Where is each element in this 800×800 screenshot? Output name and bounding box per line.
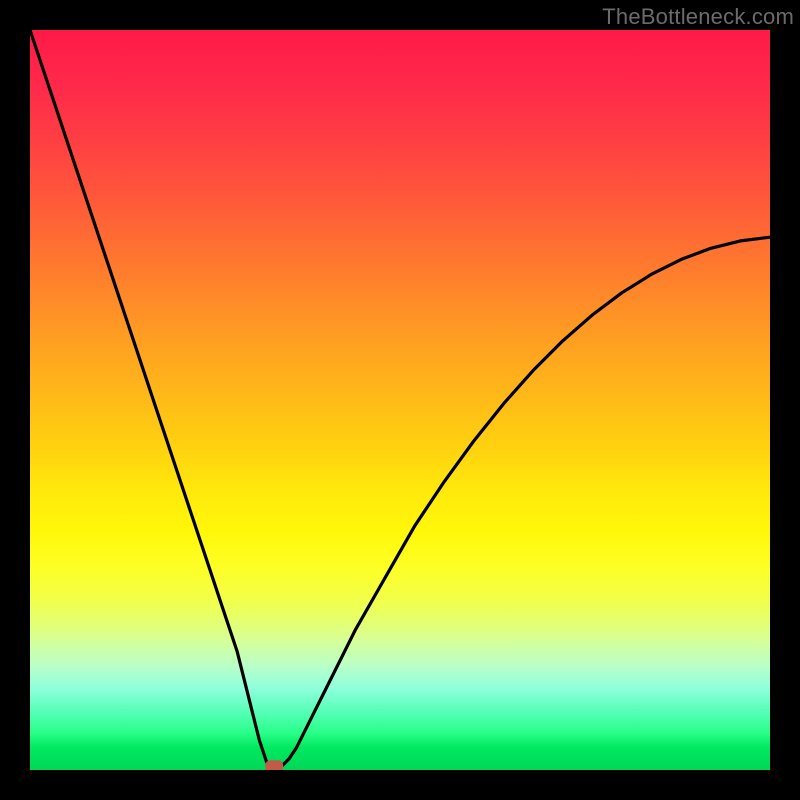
optimal-point-marker: [265, 760, 283, 770]
bottleneck-curve: [30, 30, 770, 770]
watermark-text: TheBottleneck.com: [602, 4, 794, 30]
plot-area: [30, 30, 770, 770]
curve-svg: [30, 30, 770, 770]
chart-frame: TheBottleneck.com: [0, 0, 800, 800]
